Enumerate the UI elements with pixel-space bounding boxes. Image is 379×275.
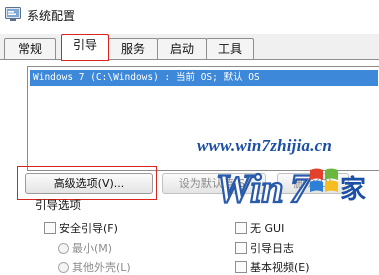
minimal-option[interactable]: 最小(M) — [58, 240, 112, 256]
safe-boot-option[interactable]: 安全引导(F) — [44, 220, 118, 236]
boot-log-option[interactable]: 引导日志 — [235, 240, 294, 256]
watermark-logo-seven: 7 — [290, 166, 312, 211]
boot-options-group-label: 引导选项 — [35, 198, 81, 212]
minimal-radio[interactable] — [58, 243, 69, 254]
base-video-label: 基本视频(E) — [250, 261, 310, 274]
base-video-option[interactable]: 基本视频(E) — [235, 259, 310, 275]
tab-divider — [0, 59, 379, 60]
watermark-logo: Win 7 家 — [215, 165, 366, 212]
boot-log-label: 引导日志 — [250, 242, 294, 255]
other-shell-option[interactable]: 其他外壳(L) — [58, 259, 131, 275]
system-config-icon — [5, 7, 21, 21]
system-configuration-window: 系统配置 常规 引导 服务 启动 工具 Windows 7 (C:\Window… — [0, 0, 379, 275]
windows-flag-icon — [310, 168, 338, 192]
window-title: 系统配置 — [27, 9, 76, 23]
safe-boot-checkbox[interactable] — [44, 222, 56, 234]
title-bar: 系统配置 — [0, 0, 379, 34]
watermark-logo-win: Win — [216, 166, 283, 211]
watermark-logo-home: 家 — [340, 174, 366, 205]
minimal-label: 最小(M) — [72, 242, 113, 255]
no-gui-option[interactable]: 无 GUI — [235, 220, 284, 236]
tab-tools[interactable]: 工具 — [206, 38, 254, 60]
other-shell-label: 其他外壳(L) — [72, 261, 131, 274]
tab-boot[interactable]: 引导 — [61, 34, 109, 61]
tab-strip: 常规 引导 服务 启动 工具 — [0, 34, 379, 61]
boot-log-checkbox[interactable] — [235, 242, 247, 254]
safe-boot-label: 安全引导(F) — [59, 222, 118, 235]
tab-general[interactable]: 常规 — [4, 38, 56, 60]
tab-services[interactable]: 服务 — [108, 38, 158, 60]
base-video-checkbox[interactable] — [235, 261, 247, 273]
boot-entry-windows7[interactable]: Windows 7 (C:\Windows) : 当前 OS; 默认 OS — [30, 70, 378, 86]
no-gui-checkbox[interactable] — [235, 222, 247, 234]
advanced-options-button[interactable]: 高级选项(V)... — [25, 173, 153, 194]
no-gui-label: 无 GUI — [250, 222, 285, 235]
other-shell-radio[interactable] — [58, 262, 69, 273]
tab-startup[interactable]: 启动 — [157, 38, 207, 60]
